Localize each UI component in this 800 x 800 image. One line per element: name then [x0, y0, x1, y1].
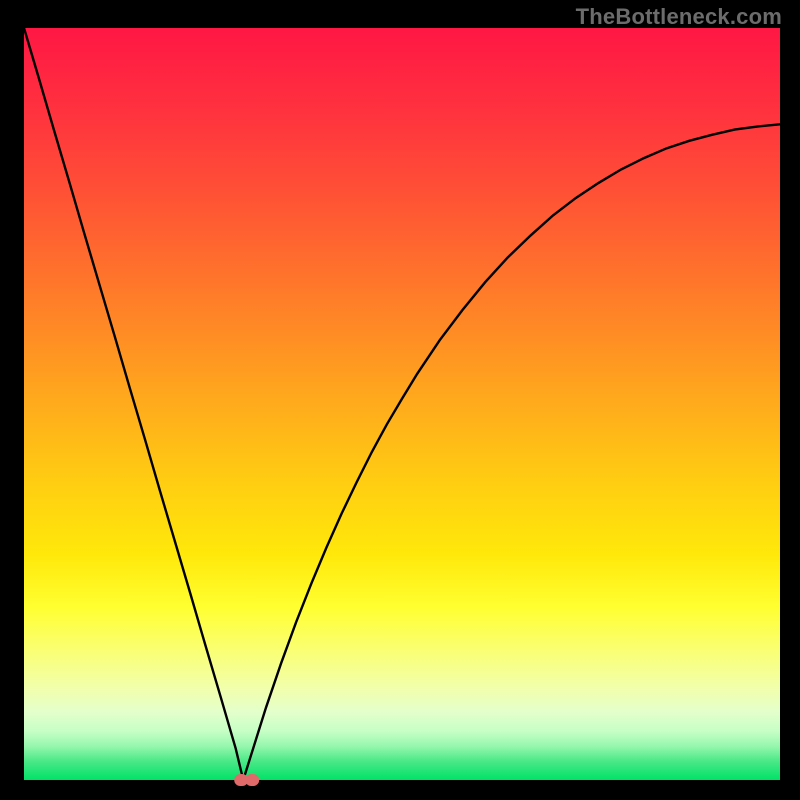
plot-background: [24, 28, 780, 780]
chart-frame: TheBottleneck.com: [0, 0, 800, 800]
bottleneck-chart: [0, 0, 800, 800]
attribution-label: TheBottleneck.com: [576, 4, 782, 30]
